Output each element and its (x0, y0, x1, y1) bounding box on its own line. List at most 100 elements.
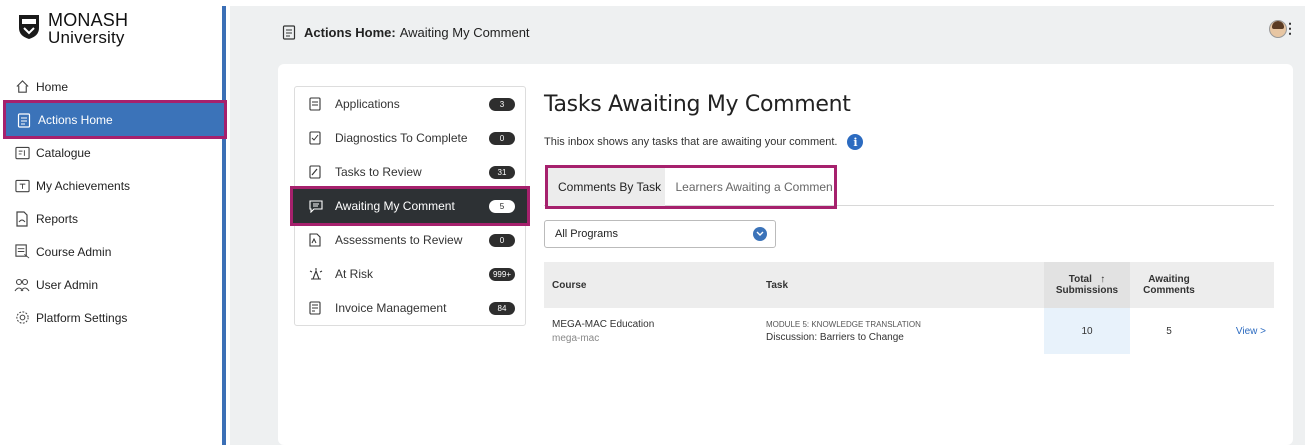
content-card: Applications 3 Diagnostics To Complete 0… (278, 64, 1293, 445)
invoice-icon (309, 301, 323, 315)
tab-learners-awaiting-comment[interactable]: Learners Awaiting a Commen (665, 168, 834, 206)
sidebar-item-my-achievements[interactable]: My Achievements (4, 169, 226, 202)
column-header-total-submissions[interactable]: Total ↑ Submissions (1044, 262, 1130, 308)
header-awaiting: Awaiting (1148, 274, 1190, 285)
task-label: Diagnostics To Complete (335, 131, 468, 145)
sidebar: MONASH University Home Actions Home Cata… (3, 6, 227, 445)
header-comments: Comments (1143, 285, 1195, 296)
count-badge: 0 (489, 233, 515, 247)
info-icon[interactable]: i (847, 134, 864, 150)
header-submissions: Submissions (1055, 285, 1119, 296)
page-title: Awaiting My Comment (399, 24, 530, 40)
brand-line2: University (48, 28, 125, 47)
column-header-task[interactable]: Task (758, 262, 1044, 308)
program-filter-value: All Programs (555, 228, 618, 240)
course-name: MEGA-MAC Education (552, 318, 655, 330)
task-cell: MODULE 5: KNOWLEDGE TRANSLATION Discussi… (758, 308, 1044, 354)
sidebar-item-catalogue[interactable]: Catalogue (4, 136, 226, 169)
sidebar-item-course-admin[interactable]: Course Admin (4, 235, 226, 268)
count-badge: 0 (489, 131, 515, 145)
tab-bar: Comments By Task Learners Awaiting a Com… (544, 165, 1274, 209)
course-admin-icon (14, 244, 30, 260)
alert-icon (309, 267, 323, 281)
gear-icon (14, 310, 30, 326)
task-item-diagnostics[interactable]: Diagnostics To Complete 0 (295, 121, 525, 155)
achievements-icon (14, 178, 30, 194)
sort-arrow-icon: ↑ (1100, 274, 1106, 285)
crest-icon (19, 15, 39, 39)
column-header-action (1208, 262, 1274, 308)
column-header-awaiting-comments[interactable]: Awaiting Comments (1130, 262, 1208, 308)
inbox-title: Tasks Awaiting My Comment (544, 92, 851, 117)
diagnostics-icon (309, 131, 323, 145)
breadcrumb-section: Actions Home: (304, 24, 396, 40)
task-label: Awaiting My Comment (335, 199, 455, 213)
view-link[interactable]: View > (1236, 326, 1266, 337)
tab-comments-by-task[interactable]: Comments By Task (548, 168, 666, 206)
task-item-assessments-to-review[interactable]: Assessments to Review 0 (295, 223, 525, 257)
description-text: This inbox shows any tasks that are awai… (544, 136, 838, 148)
main-area: Actions Home: Awaiting My Comment ⋮ Appl… (230, 6, 1305, 445)
sidebar-item-actions-home[interactable]: Actions Home (3, 100, 227, 139)
sidebar-item-label: User Admin (36, 277, 99, 292)
inbox-description: This inbox shows any tasks that are awai… (544, 134, 864, 150)
task-label: Tasks to Review (335, 165, 422, 179)
sidebar-item-label: Course Admin (36, 244, 112, 259)
applications-icon (309, 97, 323, 111)
chevron-down-icon (753, 227, 767, 241)
reports-icon (14, 210, 30, 227)
sidebar-item-label: Catalogue (36, 145, 91, 160)
brand-name: MONASH University (48, 10, 129, 47)
task-label: Assessments to Review (335, 233, 463, 247)
breadcrumb: Actions Home: Awaiting My Comment (282, 24, 530, 40)
awaiting-comments-cell: 5 (1166, 325, 1172, 337)
task-name: Discussion: Barriers to Change (766, 331, 904, 343)
task-item-tasks-to-review[interactable]: Tasks to Review 31 (295, 155, 525, 189)
sidebar-item-label: My Achievements (36, 178, 131, 193)
top-bar: Actions Home: Awaiting My Comment ⋮ (230, 6, 1305, 56)
count-badge: 84 (489, 301, 515, 315)
sidebar-item-platform-settings[interactable]: Platform Settings (4, 301, 226, 334)
sidebar-nav: Home Actions Home Catalogue My Achieveme… (3, 70, 227, 334)
task-item-at-risk[interactable]: At Risk 999+ (295, 257, 525, 291)
program-filter-select[interactable]: All Programs (544, 220, 776, 248)
task-item-invoice-management[interactable]: Invoice Management 84 (295, 291, 525, 325)
total-submissions-cell: 10 (1044, 308, 1130, 354)
sidebar-item-label: Actions Home (38, 112, 113, 127)
sidebar-item-reports[interactable]: Reports (4, 202, 226, 235)
count-badge: 3 (489, 97, 515, 111)
course-code: mega-mac (552, 332, 600, 344)
clipboard-icon (282, 25, 296, 40)
task-item-awaiting-my-comment[interactable]: Awaiting My Comment 5 (290, 186, 530, 226)
header-total: Total (1068, 274, 1092, 285)
course-cell: MEGA-MAC Education mega-mac (544, 308, 758, 354)
brand-line1: MONASH (48, 10, 129, 30)
edit-document-icon (309, 165, 323, 179)
count-badge: 999+ (488, 267, 515, 281)
task-item-applications[interactable]: Applications 3 (295, 87, 525, 121)
sidebar-item-label: Home (36, 79, 69, 94)
clipboard-icon (16, 112, 32, 128)
task-list: Applications 3 Diagnostics To Complete 0… (290, 86, 530, 326)
sidebar-item-label: Platform Settings (36, 310, 128, 325)
module-name: MODULE 5: KNOWLEDGE TRANSLATION (766, 319, 921, 329)
sidebar-item-label: Reports (36, 211, 79, 226)
tab-group: Comments By Task Learners Awaiting a Com… (545, 165, 837, 209)
task-label: At Risk (335, 267, 374, 281)
sidebar-item-home[interactable]: Home (4, 70, 226, 103)
table-header-row: Course Task Total ↑ Submissions Awaiting… (544, 262, 1274, 308)
column-header-course[interactable]: Course (544, 262, 758, 308)
comment-icon (309, 199, 323, 213)
tasks-table: Course Task Total ↑ Submissions Awaiting… (544, 262, 1274, 354)
monash-logo[interactable]: MONASH University (18, 10, 129, 47)
home-icon (14, 79, 30, 95)
task-label: Applications (335, 97, 400, 111)
count-badge: 31 (489, 165, 515, 179)
catalogue-icon (14, 145, 30, 161)
sidebar-item-user-admin[interactable]: User Admin (4, 268, 226, 301)
users-icon (14, 277, 30, 293)
more-menu-icon[interactable]: ⋮ (1283, 20, 1297, 37)
assessment-icon (309, 233, 323, 247)
task-label: Invoice Management (335, 301, 447, 315)
table-row: MEGA-MAC Education mega-mac MODULE 5: KN… (544, 308, 1274, 354)
